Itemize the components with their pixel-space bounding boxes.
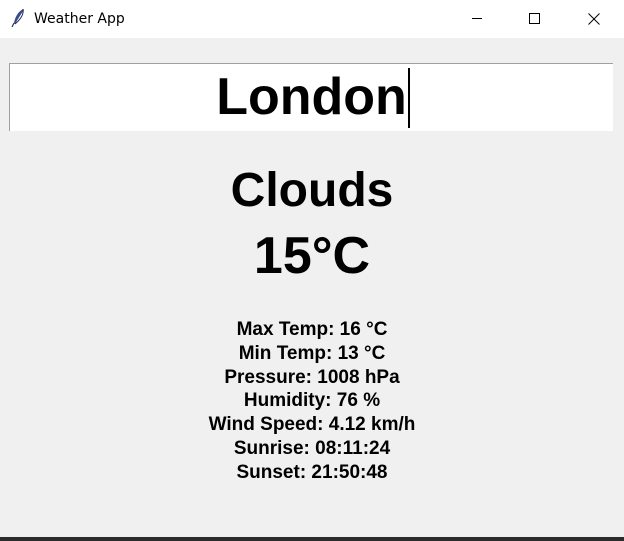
city-input[interactable]: London — [9, 63, 613, 131]
close-icon — [588, 13, 600, 25]
city-input-value: London — [216, 68, 407, 126]
feather-icon — [10, 8, 28, 28]
weather-condition: Clouds — [230, 164, 394, 217]
maximize-icon — [529, 13, 540, 24]
sunset-label: Sunset: 21:50:48 — [236, 461, 388, 483]
humidity-label: Humidity: 76 % — [243, 390, 381, 412]
weather-details: Max Temp: 16 °C Min Temp: 13 °C Pressure… — [0, 318, 624, 485]
wind-speed-label: Wind Speed: 4.12 km/h — [208, 414, 416, 436]
sunrise-label: Sunrise: 08:11:24 — [233, 437, 391, 459]
close-button[interactable] — [566, 0, 624, 38]
min-temp-label: Min Temp: 13 °C — [238, 342, 386, 364]
window-title: Weather App — [34, 11, 125, 27]
current-temperature: 15°C — [253, 227, 371, 285]
window-bottom-border — [0, 537, 624, 541]
maximize-button[interactable] — [506, 0, 564, 38]
text-cursor — [408, 68, 410, 128]
pressure-label: Pressure: 1008 hPa — [224, 366, 400, 388]
max-temp-label: Max Temp: 16 °C — [236, 319, 388, 340]
title-bar[interactable]: Weather App — [0, 0, 624, 38]
minimize-icon — [472, 18, 482, 19]
minimize-button[interactable] — [448, 0, 506, 38]
